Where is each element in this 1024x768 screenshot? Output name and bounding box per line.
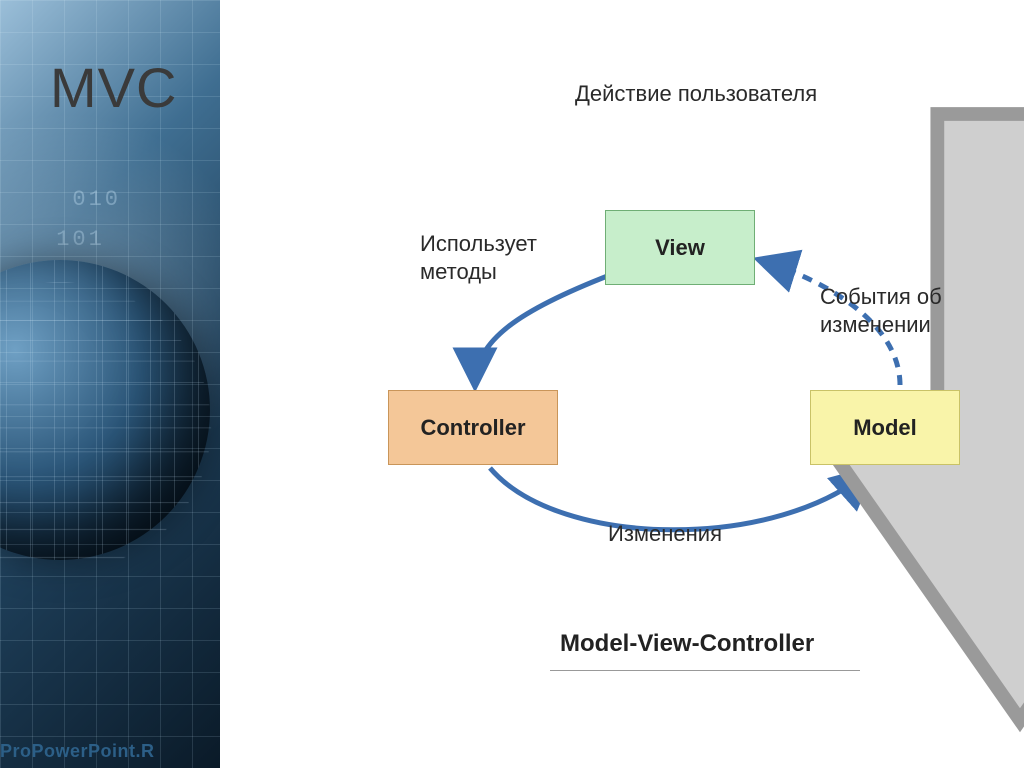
- node-model: Model: [810, 390, 960, 465]
- binary-digits-decoration: 010 101 001 00 0: [40, 180, 121, 380]
- user-action-arrow-icon: [650, 114, 710, 204]
- caption-underline: [550, 670, 860, 671]
- edge-label-uses-methods: Использует методы: [420, 230, 537, 285]
- mvc-diagram: Действие пользователя Использует методы …: [260, 80, 1000, 700]
- node-view: View: [605, 210, 755, 285]
- user-action-label: Действие пользователя: [575, 80, 817, 108]
- slide: 010 101 001 00 0 MVC: [0, 0, 1024, 768]
- globe-decoration: [0, 260, 210, 560]
- edge-label-change-events: События об изменении: [820, 283, 942, 338]
- diagram-caption: Model-View-Controller: [560, 630, 814, 658]
- edge-label-changes: Изменения: [608, 520, 722, 548]
- slide-title: MVC: [50, 55, 177, 120]
- node-view-label: View: [655, 235, 705, 261]
- node-model-label: Model: [853, 415, 917, 441]
- node-controller-label: Controller: [420, 415, 525, 441]
- watermark: ProPowerPoint.R: [0, 741, 155, 762]
- edge-view-to-controller: [475, 275, 610, 385]
- node-controller: Controller: [388, 390, 558, 465]
